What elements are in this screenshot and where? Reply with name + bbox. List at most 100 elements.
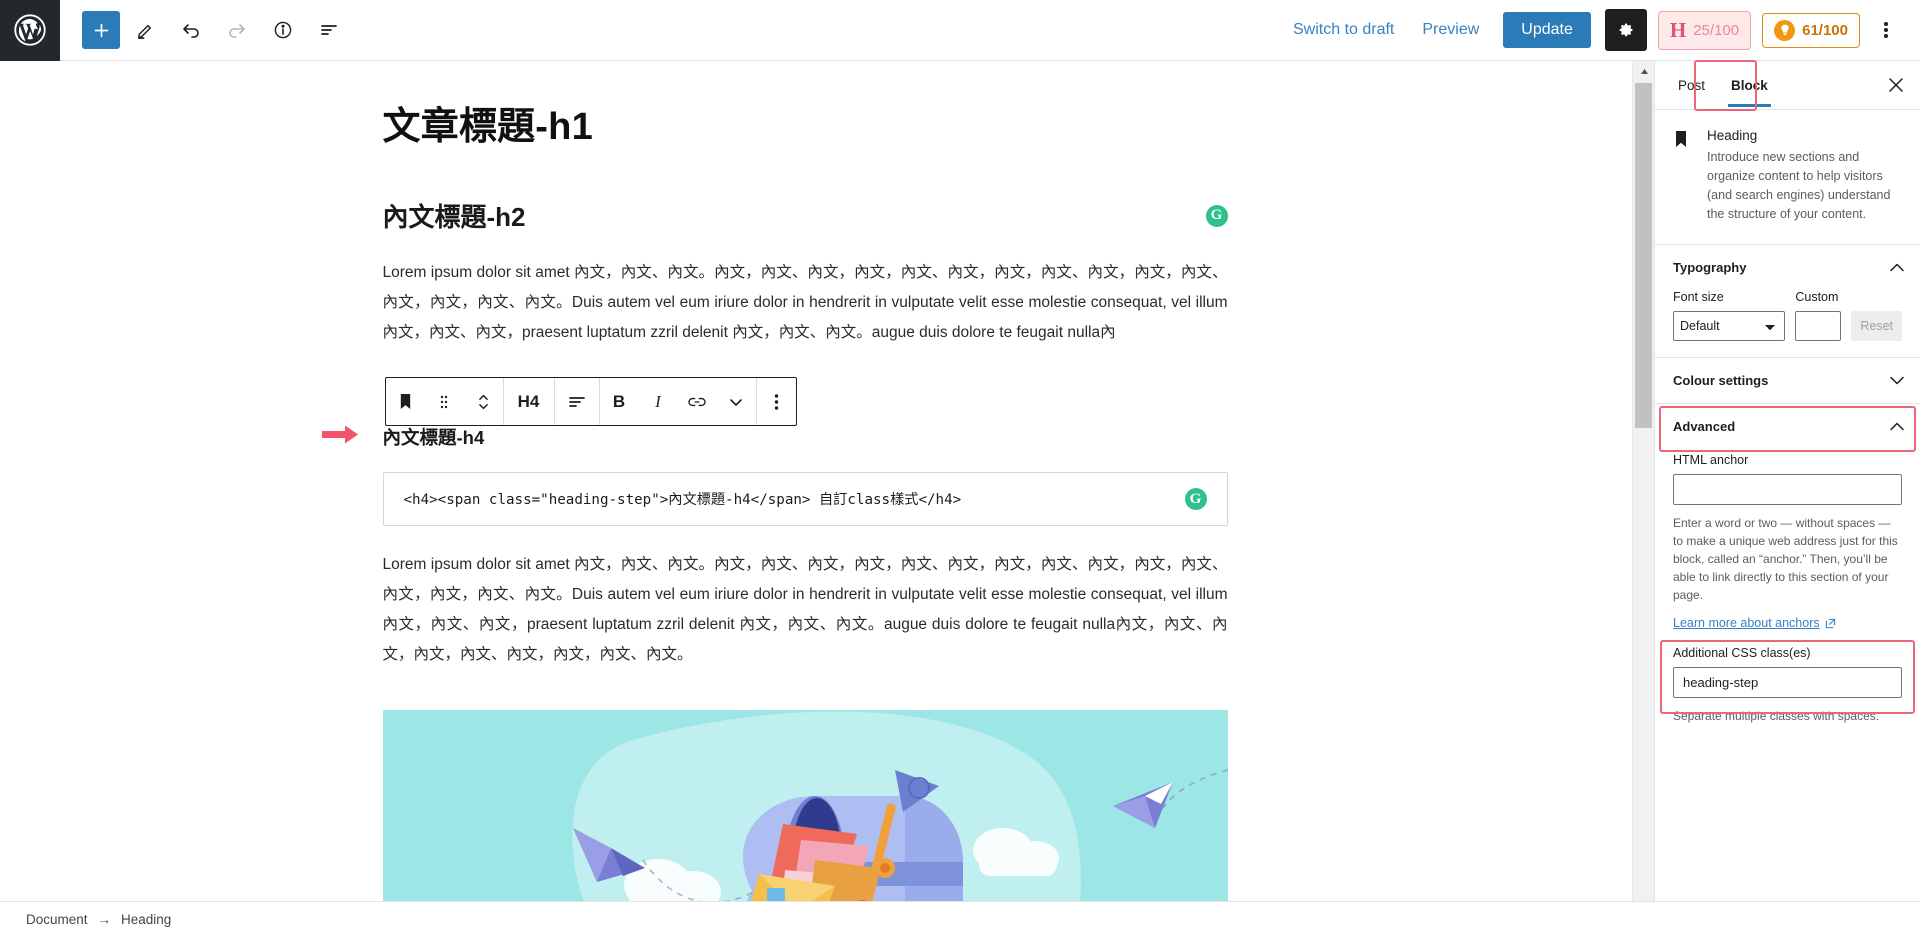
undo-button[interactable] [170, 9, 212, 51]
canvas-scrollbar-thumb[interactable] [1635, 83, 1652, 428]
heading-level-button[interactable]: H4 [504, 378, 554, 425]
post-title[interactable]: 文章標題-h1 [383, 103, 1228, 152]
additional-css-classes-label: Additional CSS class(es) [1673, 646, 1811, 660]
reset-font-size-button[interactable]: Reset [1851, 311, 1902, 341]
top-bar-left-tools [60, 9, 350, 51]
bold-button[interactable]: B [600, 378, 639, 425]
editor-canvas-scroll-region: 文章標題-h1 內文標題-h2 G Lorem ipsum dolor sit … [0, 61, 1632, 937]
paragraph-block-2[interactable]: Lorem ipsum dolor sit amet 內文，內文、內文。內文，內… [383, 550, 1228, 670]
block-toolbar-group-block [386, 378, 504, 425]
block-type-bookmark-icon[interactable] [386, 378, 425, 425]
settings-sidebar: Post Block Heading Introduce new section… [1654, 60, 1920, 937]
more-options-button[interactable] [1866, 9, 1906, 51]
font-size-label: Font size [1673, 290, 1724, 304]
panel-header-advanced[interactable]: Advanced [1655, 404, 1920, 449]
readability-h-glyph: H [1669, 17, 1687, 42]
close-sidebar-button[interactable] [1880, 69, 1912, 101]
chevron-down-icon [1890, 376, 1904, 385]
html-anchor-input[interactable] [1673, 474, 1902, 505]
editor-body: 文章標題-h1 內文標題-h2 G Lorem ipsum dolor sit … [0, 60, 1920, 937]
block-options-kebab-icon[interactable] [757, 378, 796, 425]
link-button[interactable] [678, 378, 717, 425]
gear-icon [1620, 23, 1633, 36]
code-block[interactable]: <h4><span class="heading-step">內文標題-h4</… [382, 472, 1228, 527]
html-anchor-label: HTML anchor [1673, 453, 1749, 467]
yoast-highlight-icon[interactable]: G [1205, 204, 1228, 227]
settings-gear-button[interactable] [1604, 9, 1647, 51]
colour-settings-title: Colour settings [1673, 373, 1769, 388]
editor-top-bar: Switch to draft Preview Update H 25/100 … [0, 0, 1920, 61]
kebab-menu-icon [1884, 20, 1888, 40]
learn-more-label: Learn more about anchors [1673, 616, 1820, 630]
learn-more-about-anchors-link[interactable]: Learn more about anchors [1673, 616, 1836, 630]
block-toolbar-group-options [757, 378, 796, 425]
block-name-label: Heading [1707, 128, 1758, 143]
h4-heading-block[interactable]: 內文標題-h4 [383, 424, 485, 450]
top-bar-right-tools: Switch to draft Preview Update H 25/100 … [1279, 9, 1920, 51]
advanced-panel: Advanced HTML anchor Enter a word or two… [1655, 404, 1920, 725]
close-icon [1889, 78, 1903, 92]
additional-css-classes-input[interactable] [1673, 667, 1902, 698]
move-up-down-icon[interactable] [464, 378, 503, 425]
panel-header-typography[interactable]: Typography [1655, 245, 1920, 290]
more-rich-text-chevron-icon[interactable] [717, 378, 756, 425]
typography-panel-body: Font size Default Custom Reset [1655, 290, 1920, 358]
block-toolbar-group-level: H4 [504, 378, 555, 425]
html-anchor-help-text: Enter a word or two — without spaces — t… [1673, 516, 1898, 602]
typography-panel-title: Typography [1673, 260, 1747, 275]
external-link-icon [1825, 618, 1835, 628]
details-button[interactable] [262, 9, 304, 51]
panel-header-colour-settings[interactable]: Colour settings [1655, 358, 1920, 404]
chevron-up-icon [1890, 422, 1904, 431]
canvas-scrollbar[interactable] [1632, 61, 1655, 937]
yoast-highlight-icon[interactable]: G [1184, 488, 1207, 511]
wordpress-logo-icon[interactable] [0, 0, 60, 61]
sidebar-tabs: Post Block [1655, 60, 1920, 111]
block-toolbar-group-align [555, 378, 600, 425]
breadcrumb-document[interactable]: Document [26, 912, 88, 927]
code-block-content: <h4><span class="heading-step">內文標題-h4</… [403, 492, 962, 509]
block-description-text: Introduce new sections and organize cont… [1707, 150, 1891, 221]
readability-score-value: 25/100 [1693, 21, 1740, 39]
advanced-panel-title: Advanced [1673, 419, 1736, 434]
font-size-select[interactable]: Default [1673, 311, 1786, 341]
css-classes-help-text: Separate multiple classes with spaces. [1673, 709, 1880, 723]
breadcrumb-heading[interactable]: Heading [121, 912, 171, 927]
advanced-panel-body: HTML anchor Enter a word or two — withou… [1655, 449, 1920, 725]
block-toolbar-group-format: B I [600, 378, 757, 425]
breadcrumb-separator: → [97, 912, 112, 927]
paragraph-block-1[interactable]: Lorem ipsum dolor sit amet 內文，內文、內文。內文，內… [383, 258, 1228, 348]
custom-size-label: Custom [1795, 290, 1839, 304]
italic-button[interactable]: I [639, 378, 678, 425]
text-align-button[interactable] [555, 378, 599, 425]
block-info-card: Heading Introduce new sections and organ… [1655, 110, 1920, 245]
custom-size-input[interactable] [1795, 311, 1842, 341]
preview-button[interactable]: Preview [1408, 13, 1493, 47]
h2-heading-block[interactable]: 內文標題-h2 [383, 197, 526, 234]
editor-canvas: 文章標題-h1 內文標題-h2 G Lorem ipsum dolor sit … [0, 61, 1610, 937]
editor-bottom-bar: Document → Heading [0, 901, 1920, 937]
heading-bookmark-icon [1673, 128, 1693, 224]
update-button[interactable]: Update [1503, 12, 1591, 48]
chevron-up-icon [1890, 263, 1904, 272]
font-size-row: Font size Default Custom Reset [1673, 290, 1902, 341]
red-pointer-arrow-icon [321, 424, 364, 451]
switch-to-draft-button[interactable]: Switch to draft [1279, 13, 1408, 47]
redo-button[interactable] [216, 9, 258, 51]
readability-score-badge[interactable]: H 25/100 [1657, 10, 1752, 50]
block-navigation-button[interactable] [308, 9, 350, 51]
block-toolbar: H4 B I [384, 377, 797, 426]
scroll-up-arrow-icon[interactable] [1633, 61, 1655, 81]
h4-block-row: 內文標題-h4 [321, 424, 1228, 450]
seo-score-value: 61/100 [1802, 21, 1848, 39]
tab-block[interactable]: Block [1718, 64, 1781, 107]
post-document: 文章標題-h1 內文標題-h2 G Lorem ipsum dolor sit … [321, 61, 1228, 937]
h2-block-row: 內文標題-h2 G [383, 197, 1228, 234]
drag-handle-icon[interactable] [425, 378, 464, 425]
edit-mode-button[interactable] [124, 9, 166, 51]
seo-score-badge[interactable]: 61/100 [1762, 12, 1860, 48]
tab-post[interactable]: Post [1665, 64, 1718, 106]
yoast-seo-icon [1774, 19, 1796, 41]
css-classes-field-group: Additional CSS class(es) [1660, 640, 1915, 714]
add-block-button[interactable] [82, 11, 120, 49]
